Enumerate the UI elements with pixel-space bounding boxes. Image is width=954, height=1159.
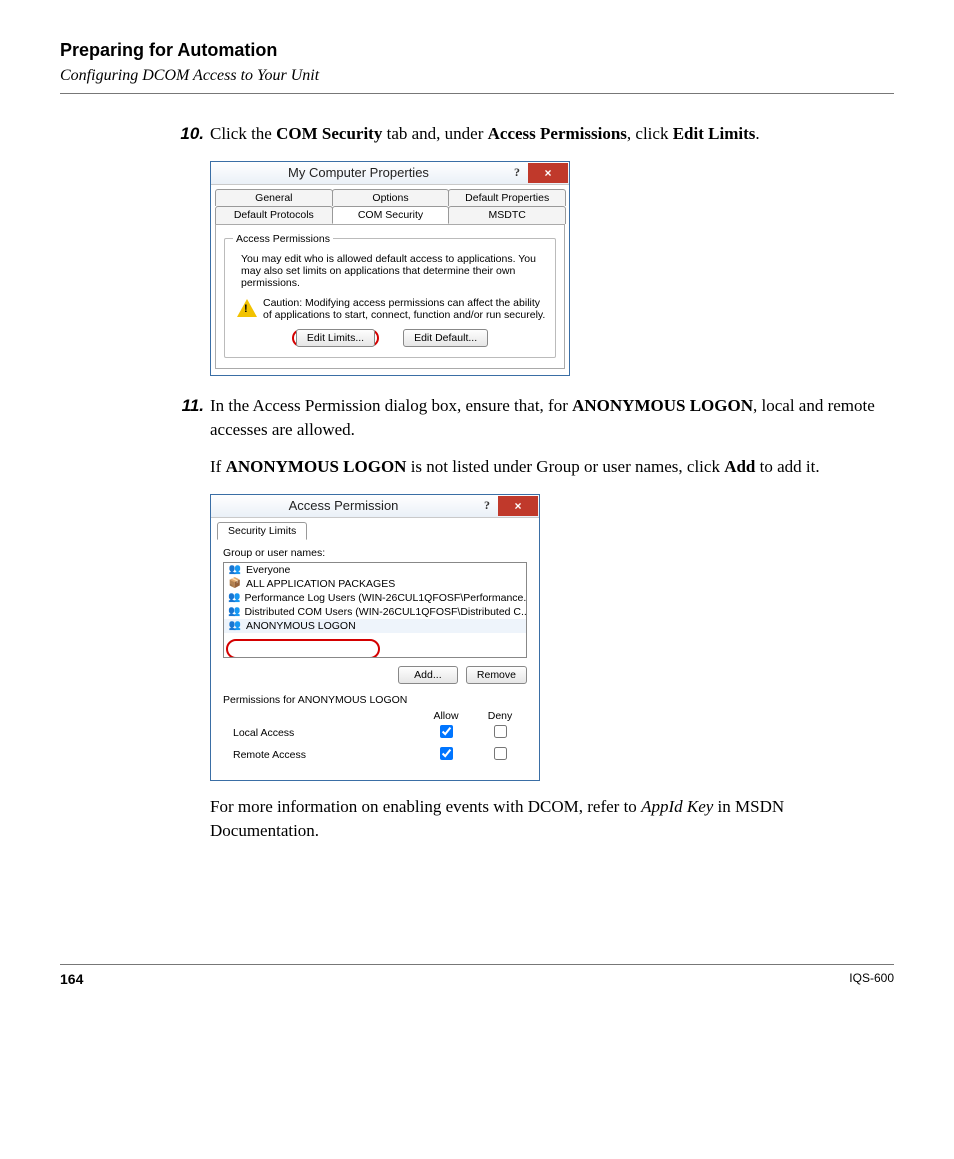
users-icon: 👥 bbox=[228, 606, 240, 618]
page-number: 164 bbox=[60, 971, 83, 987]
list-item-label: Performance Log Users (WIN-26CUL1QFOSF\P… bbox=[244, 592, 527, 604]
perm-name: Local Access bbox=[233, 727, 419, 739]
text-fragment: Click the bbox=[210, 124, 276, 143]
tabs-row: Security Limits bbox=[211, 518, 539, 540]
col-allow: Allow bbox=[419, 710, 473, 722]
permissions-header: Allow Deny bbox=[223, 710, 527, 722]
dialog-my-computer-properties: My Computer Properties ? × General Optio… bbox=[210, 161, 570, 376]
bold-access-permissions: Access Permissions bbox=[488, 124, 627, 143]
dialog-titlebar[interactable]: My Computer Properties ? × bbox=[211, 161, 569, 185]
perm-row-local-access: Local Access bbox=[223, 722, 527, 744]
group-user-label: Group or user names: bbox=[223, 547, 527, 559]
step-number: 10. bbox=[170, 122, 204, 147]
group-legend: Access Permissions bbox=[233, 233, 333, 245]
edit-limits-button[interactable]: Edit Limits... bbox=[296, 329, 375, 347]
list-item-label: Distributed COM Users (WIN-26CUL1QFOSF\D… bbox=[244, 606, 527, 618]
tab-com-security[interactable]: COM Security bbox=[332, 206, 450, 224]
tabpanel-security-limits: Group or user names: 👥 Everyone 📦 ALL APPL… bbox=[215, 539, 535, 774]
group-user-listbox[interactable]: 👥 Everyone 📦 ALL APPLICATION PACKAGES 👥 Per… bbox=[223, 562, 527, 658]
italic-appid-key: AppId Key bbox=[641, 797, 713, 816]
page-footer: 164 IQS-600 bbox=[60, 964, 894, 987]
list-item-label: Everyone bbox=[246, 564, 290, 576]
permissions-label: Permissions for ANONYMOUS LOGON bbox=[223, 694, 527, 706]
access-desc: You may edit who is allowed default acce… bbox=[241, 253, 547, 289]
checkbox-remote-deny[interactable] bbox=[494, 747, 507, 760]
checkbox-local-allow[interactable] bbox=[440, 725, 453, 738]
tab-default-properties[interactable]: Default Properties bbox=[448, 189, 566, 206]
header-divider bbox=[60, 93, 894, 94]
edit-default-button[interactable]: Edit Default... bbox=[403, 329, 488, 347]
closing-paragraph: For more information on enabling events … bbox=[210, 795, 894, 844]
perm-name: Remote Access bbox=[233, 749, 419, 761]
tabpanel-com-security: Access Permissions You may edit who is a… bbox=[215, 224, 565, 369]
col-deny: Deny bbox=[473, 710, 527, 722]
page-subtitle: Configuring DCOM Access to Your Unit bbox=[60, 67, 894, 85]
text-fragment: . bbox=[755, 124, 759, 143]
add-button[interactable]: Add... bbox=[398, 666, 458, 684]
bold-anonymous-logon: ANONYMOUS LOGON bbox=[226, 457, 407, 476]
bold-com-security: COM Security bbox=[276, 124, 382, 143]
help-button[interactable]: ? bbox=[506, 165, 528, 180]
list-item[interactable]: 📦 ALL APPLICATION PACKAGES bbox=[224, 577, 526, 591]
step-number: 11. bbox=[170, 394, 204, 443]
text-fragment: In the Access Permission dialog box, ens… bbox=[210, 396, 572, 415]
text-fragment: to add it. bbox=[755, 457, 819, 476]
checkbox-remote-allow[interactable] bbox=[440, 747, 453, 760]
dialog-title: Access Permission bbox=[277, 498, 410, 513]
tab-default-protocols[interactable]: Default Protocols bbox=[215, 206, 333, 224]
permissions-table: Allow Deny Local Access Remote Access bbox=[223, 710, 527, 766]
warning-icon bbox=[237, 299, 257, 317]
tab-general[interactable]: General bbox=[215, 189, 333, 206]
step-11: 11. In the Access Permission dialog box,… bbox=[170, 394, 894, 443]
list-item-label: ANONYMOUS LOGON bbox=[246, 620, 356, 632]
users-icon: 👥 bbox=[228, 620, 242, 632]
list-item[interactable]: 👥 Performance Log Users (WIN-26CUL1QFOSF\… bbox=[224, 591, 526, 605]
dialog-titlebar[interactable]: Access Permission ? × bbox=[211, 494, 539, 518]
text-fragment: is not listed under Group or user names,… bbox=[406, 457, 724, 476]
bold-anonymous-logon: ANONYMOUS LOGON bbox=[572, 396, 753, 415]
close-button[interactable]: × bbox=[528, 163, 568, 183]
dialog-title: My Computer Properties bbox=[285, 165, 433, 180]
list-item-label: ALL APPLICATION PACKAGES bbox=[246, 578, 395, 590]
package-icon: 📦 bbox=[228, 578, 242, 590]
caution-text: Caution: Modifying access permissions ca… bbox=[263, 297, 547, 321]
step-body: In the Access Permission dialog box, ens… bbox=[210, 394, 894, 443]
list-item-anonymous-logon[interactable]: 👥 ANONYMOUS LOGON bbox=[224, 619, 526, 633]
checkbox-local-deny[interactable] bbox=[494, 725, 507, 738]
close-button[interactable]: × bbox=[498, 496, 538, 516]
bold-edit-limits: Edit Limits bbox=[673, 124, 756, 143]
users-icon: 👥 bbox=[228, 592, 240, 604]
group-access-permissions: Access Permissions You may edit who is a… bbox=[224, 233, 556, 358]
text-fragment: If bbox=[210, 457, 226, 476]
tabs-row-2: Default Protocols COM Security MSDTC bbox=[211, 206, 569, 224]
model-number: IQS-600 bbox=[849, 971, 894, 987]
page-title: Preparing for Automation bbox=[60, 40, 894, 61]
step-body: Click the COM Security tab and, under Ac… bbox=[210, 122, 894, 147]
bold-add: Add bbox=[724, 457, 755, 476]
remove-button[interactable]: Remove bbox=[466, 666, 527, 684]
highlight-circle: Edit Limits... bbox=[292, 329, 379, 347]
help-button[interactable]: ? bbox=[476, 498, 498, 513]
tabs-row-1: General Options Default Properties bbox=[211, 185, 569, 206]
highlight-circle bbox=[226, 639, 380, 658]
text-fragment: , click bbox=[627, 124, 673, 143]
text-fragment: tab and, under bbox=[382, 124, 487, 143]
list-item[interactable]: 👥 Distributed COM Users (WIN-26CUL1QFOSF\… bbox=[224, 605, 526, 619]
dialog-access-permission: Access Permission ? × Security Limits Gr… bbox=[210, 494, 540, 781]
users-icon: 👥 bbox=[228, 564, 242, 576]
list-item[interactable]: 👥 Everyone bbox=[224, 563, 526, 577]
step-10: 10. Click the COM Security tab and, unde… bbox=[170, 122, 894, 147]
text-fragment: For more information on enabling events … bbox=[210, 797, 641, 816]
tab-options[interactable]: Options bbox=[332, 189, 450, 206]
tab-security-limits[interactable]: Security Limits bbox=[217, 522, 307, 540]
perm-row-remote-access: Remote Access bbox=[223, 744, 527, 766]
tab-msdtc[interactable]: MSDTC bbox=[448, 206, 566, 224]
step-11-para2: If ANONYMOUS LOGON is not listed under G… bbox=[210, 455, 894, 480]
